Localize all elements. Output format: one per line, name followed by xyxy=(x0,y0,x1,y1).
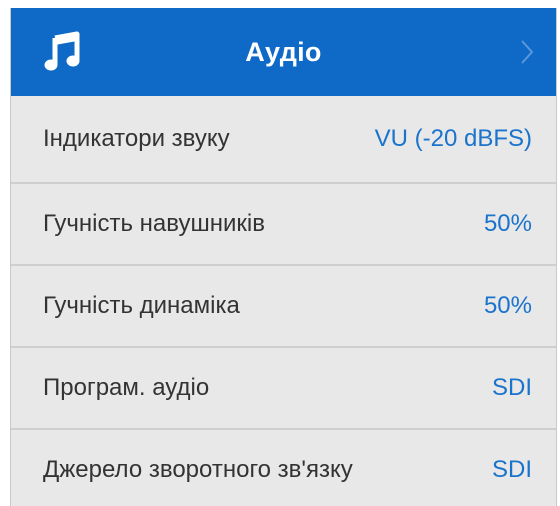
setting-label: Гучність навушників xyxy=(43,210,265,237)
setting-row-audio-meters[interactable]: Індикатори звуку VU (-20 dBFS) xyxy=(11,96,556,182)
setting-row-feedback-source[interactable]: Джерело зворотного зв'язку SDI xyxy=(11,428,556,506)
page-title: Аудіо xyxy=(245,36,322,67)
setting-row-headphone-volume[interactable]: Гучність навушників 50% xyxy=(11,182,556,264)
setting-value[interactable]: SDI xyxy=(492,456,532,484)
setting-value[interactable]: SDI xyxy=(492,374,532,402)
setting-value[interactable]: 50% xyxy=(484,292,532,320)
setting-label: Гучність динаміка xyxy=(43,292,240,319)
setting-label: Програм. аудіо xyxy=(43,374,210,401)
setting-value[interactable]: VU (-20 dBFS) xyxy=(375,125,532,153)
audio-settings-panel: Аудіо Індикатори звуку VU (-20 dBFS) Гуч… xyxy=(10,8,557,506)
setting-label: Джерело зворотного зв'язку xyxy=(43,456,353,483)
audio-header[interactable]: Аудіо xyxy=(11,8,556,96)
setting-label: Індикатори звуку xyxy=(43,125,230,152)
setting-row-speaker-volume[interactable]: Гучність динаміка 50% xyxy=(11,264,556,346)
music-note-icon xyxy=(44,31,80,71)
setting-value[interactable]: 50% xyxy=(484,210,532,238)
chevron-right-icon[interactable] xyxy=(520,39,534,65)
setting-row-program-audio[interactable]: Програм. аудіо SDI xyxy=(11,346,556,428)
